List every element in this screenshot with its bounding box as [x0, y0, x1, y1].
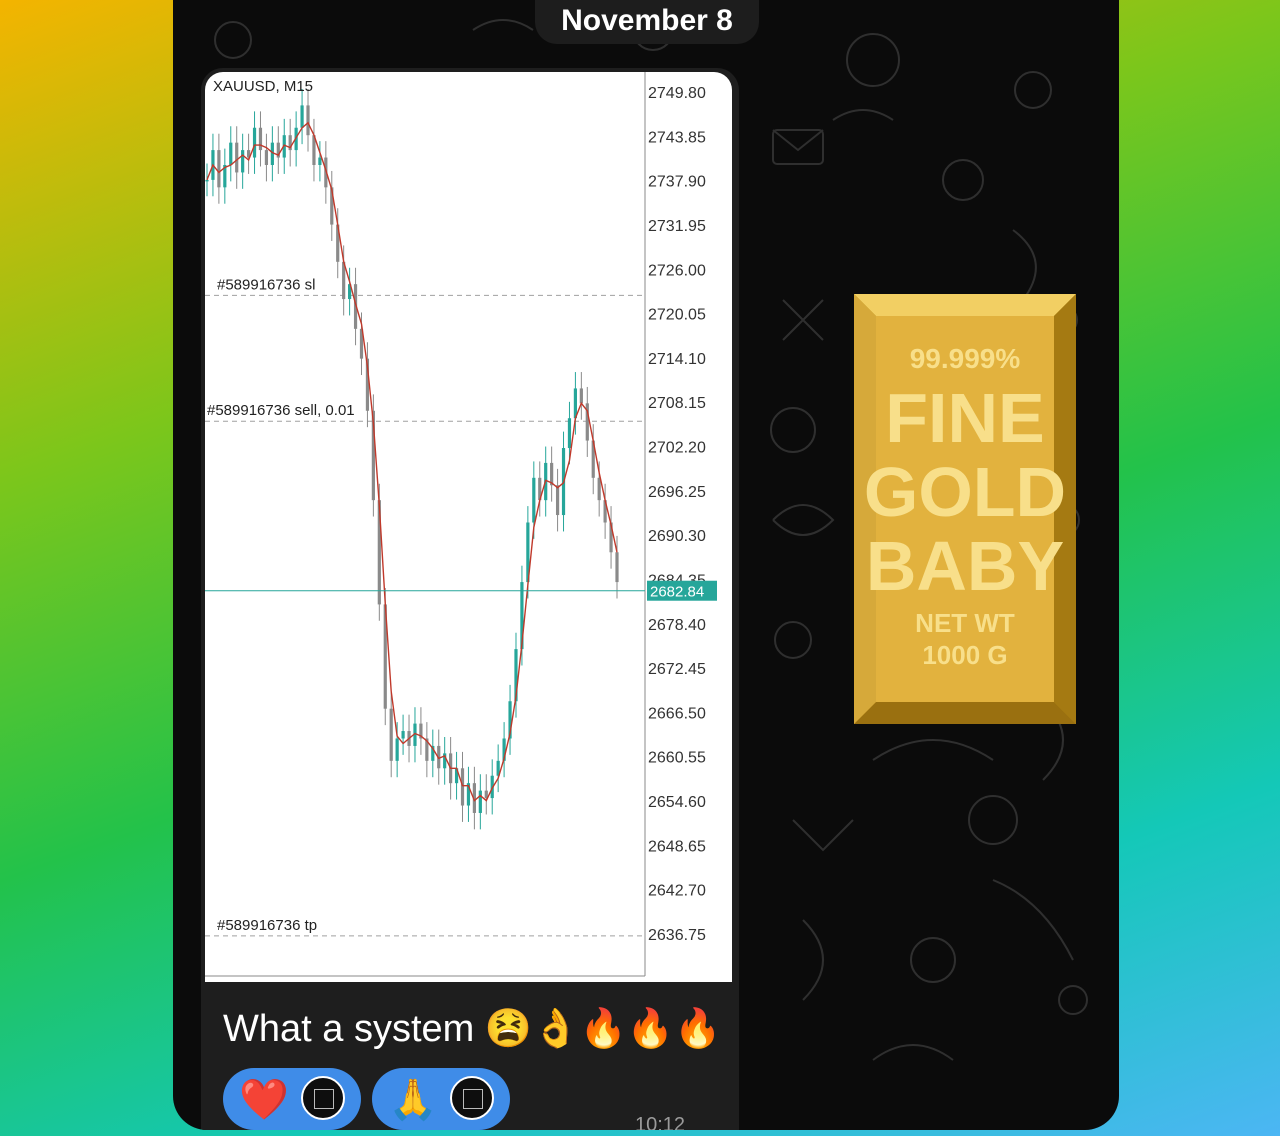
current-price-value: 2682.84 [650, 584, 704, 601]
candle-body [235, 142, 239, 173]
sticker-weight-label: NET WT [915, 608, 1015, 638]
avatar [450, 1076, 494, 1120]
heart-icon: ❤️ [239, 1078, 289, 1122]
candle-body [567, 418, 572, 449]
y-tick-label: 2672.45 [648, 661, 706, 678]
sticker-word-baby: BABY [866, 527, 1064, 605]
y-tick-label: 2720.05 [648, 307, 706, 324]
y-tick-label: 2714.10 [648, 351, 706, 368]
y-tick-label: 2702.20 [648, 440, 706, 457]
order-level-label: #589916736 tp [217, 917, 317, 934]
message-caption: What a system 😫👌🔥🔥🔥 [223, 1008, 722, 1050]
y-tick-label: 2737.90 [648, 174, 706, 191]
candle-body [460, 768, 465, 806]
reaction-heart[interactable]: ❤️ [223, 1068, 361, 1130]
y-tick-label: 2642.70 [648, 883, 706, 900]
candle-body [217, 150, 221, 188]
gold-bar-sticker[interactable]: 99.999% FINE GOLD BABY NET WT 1000 G [854, 294, 1076, 724]
chart-symbol-label: XAUUSD, M15 [213, 78, 313, 95]
order-level-label: #589916736 sl [217, 276, 315, 293]
candle-body [401, 731, 405, 739]
pray-icon: 🙏 [388, 1078, 438, 1122]
candle-body [258, 127, 263, 151]
reaction-pray[interactable]: 🙏 [372, 1068, 510, 1130]
candle-body [478, 790, 482, 813]
order-level-label: #589916736 sell, 0.01 [207, 402, 355, 419]
candle-body [318, 157, 322, 165]
y-tick-label: 2743.85 [648, 129, 706, 146]
candle-body [389, 708, 393, 761]
y-tick-label: 2636.75 [648, 927, 706, 944]
sticker-weight-value: 1000 G [922, 640, 1007, 670]
message-time: 10:12 [635, 1114, 686, 1130]
y-tick-label: 2666.50 [648, 705, 706, 722]
candle-body [555, 485, 560, 516]
y-tick-label: 2696.25 [648, 484, 706, 501]
y-tick-label: 2660.55 [648, 750, 706, 767]
candle-body [306, 105, 310, 136]
y-tick-label: 2749.80 [648, 85, 706, 102]
y-tick-label: 2708.15 [648, 395, 706, 412]
y-tick-label: 2678.40 [648, 617, 706, 634]
avatar [301, 1076, 345, 1120]
price-chart: 2749.80 2743.85 2737.90 2731.95 2726.00 2720.… [205, 72, 717, 977]
candle-body [300, 105, 304, 128]
y-tick-label: 2654.60 [648, 794, 706, 811]
candle-body [532, 477, 536, 523]
y-tick-label: 2648.65 [648, 838, 706, 855]
chart-screenshot[interactable]: 2749.80 2743.85 2737.90 2731.95 2726.00 2720.… [205, 72, 732, 982]
candle-body [205, 179, 209, 182]
y-tick-label: 2726.00 [648, 262, 706, 279]
candle-body [615, 552, 619, 583]
y-tick-label: 2731.95 [648, 218, 706, 235]
candle-body [264, 150, 269, 165]
date-separator: November 8 [535, 0, 759, 44]
candle-body [579, 388, 583, 404]
y-tick-label: 2690.30 [648, 528, 706, 545]
candle-body [395, 738, 399, 761]
moving-average-line [206, 121, 618, 802]
sticker-word-fine: FINE [885, 379, 1044, 457]
chat-window: November 8 2749.80 2743.85 2737.90 2731.95 2… [173, 0, 1119, 1130]
sticker-purity: 99.999% [910, 343, 1021, 374]
sticker-word-gold: GOLD [864, 453, 1066, 531]
candle-body [241, 150, 245, 173]
candle-body [252, 127, 257, 158]
candle-body [229, 142, 233, 165]
